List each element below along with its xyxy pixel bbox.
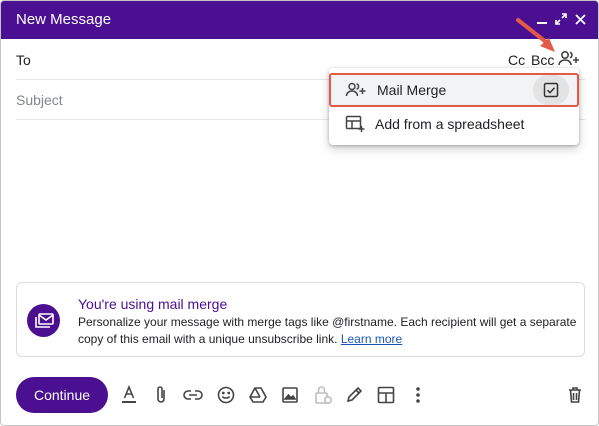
- confidential-lock-icon[interactable]: [312, 384, 334, 406]
- photo-icon[interactable]: [279, 384, 301, 406]
- menu-item-label: Add from a spreadsheet: [375, 116, 525, 132]
- compose-window: New Message To Cc Bcc Subject You're usi…: [0, 0, 599, 426]
- banner-text: Personalize your message with merge tags…: [78, 314, 578, 348]
- subject-placeholder[interactable]: Subject: [16, 92, 63, 108]
- compose-titlebar: New Message: [1, 1, 598, 39]
- attach-icon[interactable]: [150, 384, 172, 406]
- text-format-icon[interactable]: [118, 384, 140, 406]
- menu-item-label: Mail Merge: [377, 82, 447, 98]
- banner-title: You're using mail merge: [78, 296, 228, 312]
- mail-merge-checkbox[interactable]: [533, 75, 569, 105]
- banner-description: Personalize your message with merge tags…: [78, 315, 577, 346]
- people-add-icon: [345, 82, 367, 100]
- link-icon[interactable]: [182, 384, 204, 406]
- close-icon[interactable]: [571, 10, 589, 28]
- continue-button[interactable]: Continue: [16, 377, 108, 413]
- mail-merge-icon: [27, 304, 60, 337]
- menu-item-mail-merge[interactable]: Mail Merge: [329, 73, 579, 107]
- drive-icon[interactable]: [247, 384, 269, 406]
- to-label: To: [16, 52, 31, 68]
- signature-pen-icon[interactable]: [343, 384, 365, 406]
- compose-title: New Message: [16, 11, 112, 28]
- mail-merge-banner: You're using mail merge Personalize your…: [16, 282, 585, 357]
- layout-template-icon[interactable]: [375, 384, 397, 406]
- more-options-icon[interactable]: [407, 384, 429, 406]
- annotation-arrow-icon: [516, 18, 555, 52]
- spreadsheet-add-icon: [345, 115, 367, 133]
- mail-merge-dropdown: Mail Merge Add from a spreadsheet: [329, 68, 579, 145]
- learn-more-link[interactable]: Learn more: [341, 332, 402, 346]
- menu-item-add-from-spreadsheet[interactable]: Add from a spreadsheet: [329, 108, 579, 142]
- delete-trash-icon[interactable]: [564, 384, 586, 406]
- emoji-icon[interactable]: [215, 384, 237, 406]
